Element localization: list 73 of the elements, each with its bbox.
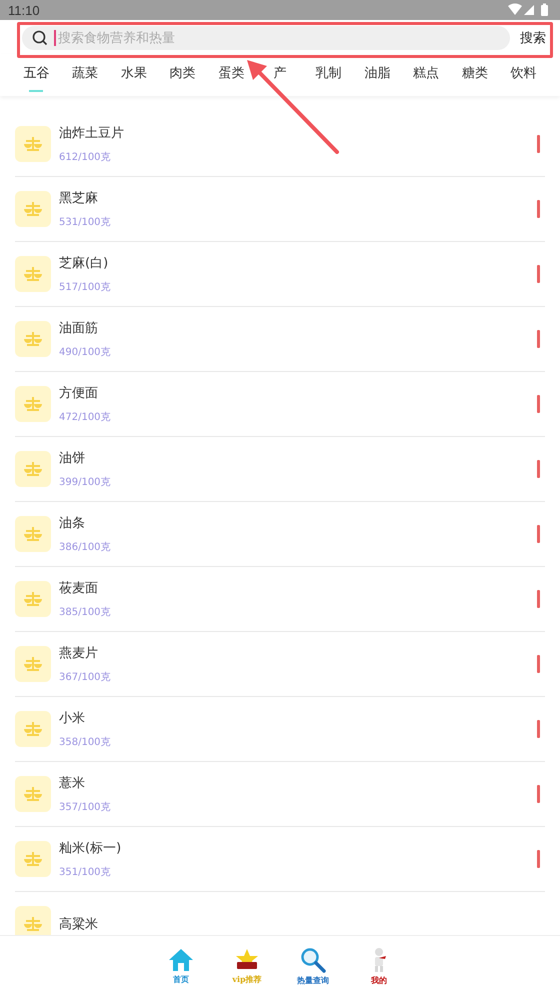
food-name[interactable]: 方便面 — [59, 384, 529, 402]
food-name[interactable]: 油条 — [59, 514, 529, 532]
indicator-bar — [537, 655, 540, 673]
scale-icon — [15, 516, 51, 552]
status-time: 11:10 — [8, 2, 40, 18]
scale-icon — [15, 841, 51, 877]
indicator-bar — [537, 135, 540, 153]
scale-icon — [15, 256, 51, 292]
indicator-bar — [537, 850, 540, 868]
food-name[interactable]: 油炸土豆片 — [59, 124, 529, 142]
calorie-value: 531/100克 — [59, 216, 112, 229]
calorie-value: 517/100克 — [59, 280, 112, 294]
calorie-value: 357/100克 — [59, 800, 112, 814]
search-field[interactable]: 搜索食物营养和热量 — [22, 26, 510, 50]
scale-icon — [15, 191, 51, 227]
category-tab[interactable]: 蛋类 — [218, 66, 244, 82]
scale-icon — [15, 321, 51, 357]
food-name[interactable]: 黑芝麻 — [59, 189, 529, 207]
category-tab[interactable]: 乳制 — [316, 66, 342, 82]
scale-icon — [15, 711, 51, 747]
food-name[interactable]: 芝麻(白) — [59, 254, 529, 272]
food-name[interactable]: 籼米(标一) — [59, 839, 529, 857]
food-name[interactable]: 高粱米 — [59, 915, 545, 933]
calorie-value: 612/100克 — [59, 150, 112, 164]
category-tab[interactable]: 糖类 — [462, 66, 488, 82]
food-name[interactable]: 小米 — [59, 709, 529, 727]
indicator-bar — [537, 720, 540, 738]
house-icon — [168, 948, 194, 972]
nav-label: 首页 — [173, 974, 189, 984]
category-tab[interactable]: 蔬菜 — [72, 66, 98, 82]
category-tab[interactable]: 水果 — [120, 66, 147, 82]
category-tab[interactable]: 产 — [273, 66, 286, 82]
category-tab[interactable]: 五谷 — [23, 66, 50, 82]
calorie-value: 490/100克 — [59, 346, 112, 359]
food-name[interactable]: 油饼 — [59, 449, 529, 467]
nav-label: 热量查询 — [297, 974, 329, 986]
calorie-value: 472/100克 — [59, 410, 112, 424]
scale-icon — [15, 906, 51, 935]
calorie-value: 399/100克 — [59, 476, 112, 489]
nav-item[interactable]: 热量查询 — [293, 946, 333, 986]
search-button[interactable]: 搜索 — [520, 29, 546, 47]
indicator-bar — [537, 525, 540, 543]
nav-label: 我的 — [371, 974, 387, 986]
scale-icon — [15, 126, 51, 162]
indicator-bar — [537, 460, 540, 478]
nav-item[interactable]: 首页 — [161, 948, 201, 984]
nav-item[interactable]: 我的 — [359, 946, 399, 986]
scale-icon — [15, 386, 51, 422]
category-tab[interactable]: 饮料 — [510, 66, 537, 82]
indicator-bar — [537, 265, 540, 283]
category-tab[interactable]: 糕点 — [413, 66, 440, 82]
category-tab[interactable]: 肉类 — [170, 66, 196, 82]
indicator-bar — [537, 330, 540, 348]
calorie-value: 358/100克 — [59, 736, 112, 749]
food-name[interactable]: 油面筋 — [59, 319, 529, 337]
food-name[interactable]: 薏米 — [59, 774, 529, 792]
nav-label: vip推荐 — [232, 974, 262, 984]
category-tab[interactable]: 油脂 — [364, 66, 390, 82]
calorie-value: 386/100克 — [59, 540, 112, 554]
calorie-value: 351/100克 — [59, 866, 112, 879]
indicator-bar — [537, 785, 540, 803]
food-name[interactable]: 莜麦面 — [59, 579, 529, 597]
indicator-bar — [537, 590, 540, 608]
scale-icon — [15, 646, 51, 682]
scale-icon — [15, 451, 51, 487]
calorie-value: 367/100克 — [59, 670, 112, 684]
calorie-value: 385/100克 — [59, 606, 112, 619]
food-name[interactable]: 燕麦片 — [59, 644, 529, 662]
scale-icon — [15, 776, 51, 812]
indicator-bar — [537, 395, 540, 413]
scale-icon — [15, 581, 51, 617]
magnifier-icon — [300, 946, 326, 972]
indicator-bar — [537, 200, 540, 218]
